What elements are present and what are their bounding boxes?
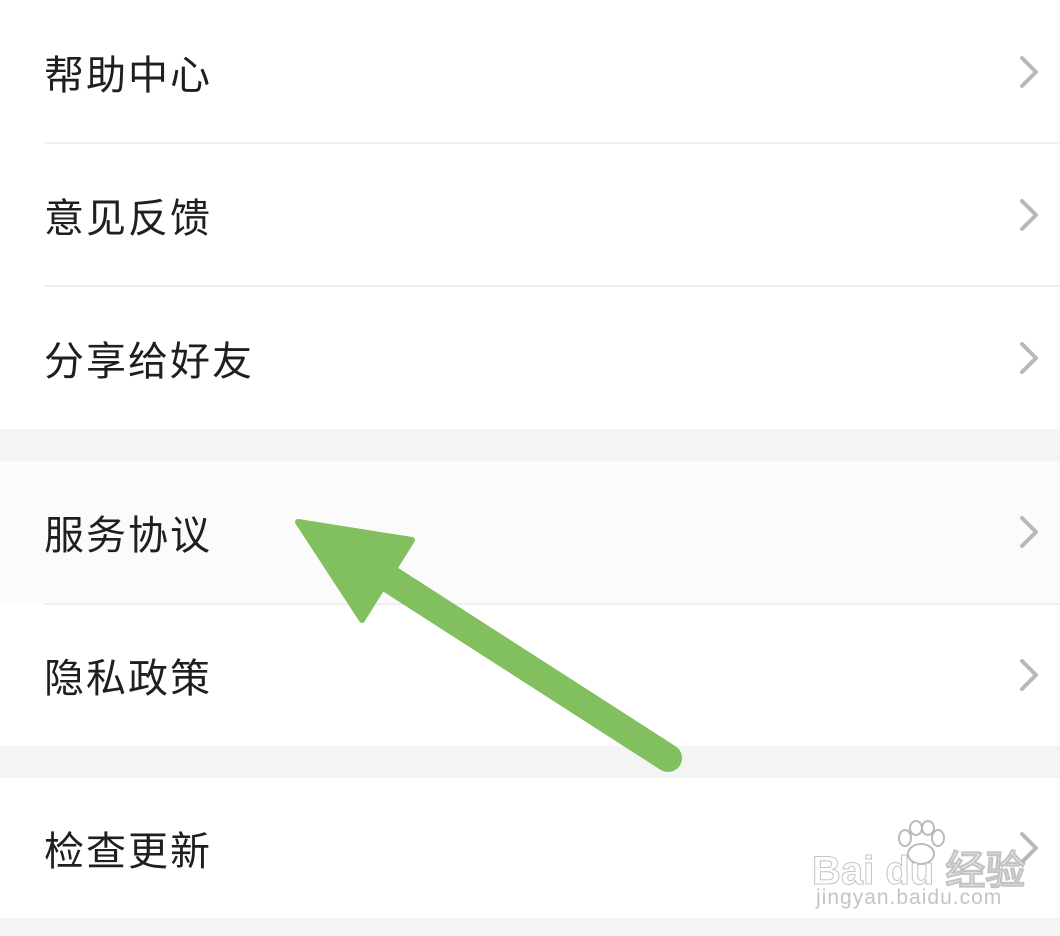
settings-group-help: 帮助中心 意见反馈 分享给好友 <box>0 0 1060 429</box>
chevron-right-icon <box>1020 55 1038 88</box>
privacy-policy-label: 隐私政策 <box>44 655 212 702</box>
check-update-label: 检查更新 <box>44 829 212 875</box>
help-center-row[interactable]: 帮助中心 <box>0 0 1060 143</box>
chevron-right-icon <box>1020 341 1038 374</box>
watermark-url: jingyan.baidu.com <box>816 886 1003 909</box>
service-agreement-label: 服务协议 <box>44 513 212 559</box>
chevron-right-icon <box>1020 516 1038 548</box>
feedback-label: 意见反馈 <box>44 195 212 242</box>
share-to-friends-row[interactable]: 分享给好友 <box>0 286 1060 429</box>
chevron-right-icon <box>1020 198 1038 231</box>
help-center-label: 帮助中心 <box>44 52 212 99</box>
feedback-row[interactable]: 意见反馈 <box>0 143 1060 286</box>
baidu-watermark: Bai du 经验 jingyan.baidu.com <box>811 820 1042 920</box>
chevron-right-icon <box>1020 658 1038 691</box>
settings-group-legal: 服务协议 隐私政策 <box>0 461 1060 746</box>
privacy-policy-row[interactable]: 隐私政策 <box>0 603 1060 746</box>
service-agreement-row[interactable]: 服务协议 <box>0 461 1060 603</box>
share-to-friends-label: 分享给好友 <box>44 338 254 385</box>
